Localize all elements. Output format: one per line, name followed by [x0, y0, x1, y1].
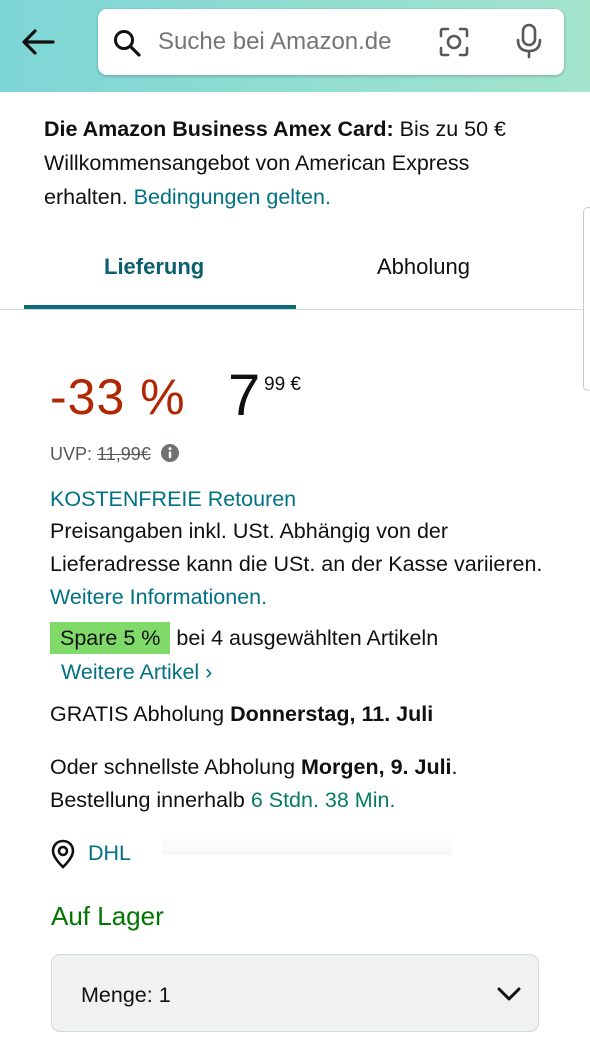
microphone-icon[interactable]: [514, 23, 544, 64]
fastest-pickup-prefix: Oder schnellste Abholung: [50, 755, 301, 779]
quantity-select[interactable]: Menge: 1: [51, 954, 539, 1032]
more-items-link[interactable]: Weitere Artikel ›: [61, 656, 212, 688]
tab-abholung[interactable]: Abholung: [377, 254, 470, 280]
active-tab-indicator: [24, 305, 296, 309]
uvp-label: UVP:: [50, 444, 98, 464]
quantity-value: 1: [158, 983, 171, 1007]
more-info-link[interactable]: Weitere Informationen.: [50, 585, 267, 609]
quantity-label: Menge: 1: [81, 983, 171, 1008]
order-within-prefix: Bestellung innerhalb: [50, 788, 251, 812]
tax-text: Preisangaben inkl. USt. Abhängig von der…: [50, 519, 543, 576]
free-pickup-info: GRATIS Abholung Donnerstag, 11. Juli: [50, 698, 560, 731]
search-box[interactable]: [98, 9, 564, 75]
back-arrow-icon[interactable]: [18, 24, 58, 60]
list-price: UVP: 11,99€: [50, 443, 180, 468]
free-pickup-prefix: GRATIS Abholung: [50, 702, 231, 726]
tax-notice: Preisangaben inkl. USt. Abhängig von der…: [50, 515, 560, 614]
free-pickup-date: Donnerstag, 11. Juli: [230, 702, 434, 726]
savings-offer: Spare 5 % bei 4 ausgewählten Artikeln: [50, 622, 438, 654]
redacted-address: [162, 833, 452, 855]
header-bar: [0, 0, 590, 92]
stock-status: Auf Lager: [51, 901, 164, 931]
camera-lens-icon[interactable]: [438, 26, 470, 63]
order-countdown: 6 Stdn. 38 Min.: [250, 788, 396, 812]
price-fraction: 99 €: [264, 374, 301, 395]
chevron-down-icon[interactable]: [496, 985, 522, 1008]
fastest-pickup-suffix: .: [451, 755, 458, 779]
savings-badge: Spare 5 %: [50, 622, 171, 654]
info-icon[interactable]: [160, 443, 180, 468]
amex-promo-banner: Die Amazon Business Amex Card: Bis zu 50…: [44, 112, 544, 214]
free-returns-link[interactable]: KOSTENFREIE Retouren: [50, 483, 560, 516]
uvp-value: 11,99€: [97, 444, 151, 464]
scrollbar[interactable]: [583, 207, 590, 391]
promo-terms-link[interactable]: Bedingungen gelten.: [134, 185, 331, 209]
pickup-location-name[interactable]: DHL: [88, 841, 131, 866]
delivery-tabs: Lieferung Abholung: [0, 242, 590, 310]
search-icon[interactable]: [112, 28, 142, 63]
quantity-label-text: Menge:: [81, 983, 153, 1007]
discount-percentage: -33 %: [50, 369, 186, 425]
price-whole: 7: [228, 363, 261, 428]
fastest-pickup-date: Morgen, 9. Juli: [301, 755, 452, 779]
tab-lieferung[interactable]: Lieferung: [104, 254, 204, 280]
location-pin-icon: [50, 839, 76, 875]
promo-title: Die Amazon Business Amex Card:: [44, 117, 394, 141]
search-input[interactable]: [158, 26, 428, 58]
savings-text: bei 4 ausgewählten Artikeln: [176, 626, 439, 650]
fastest-pickup-info: Oder schnellste Abholung Morgen, 9. Juli…: [50, 751, 560, 817]
